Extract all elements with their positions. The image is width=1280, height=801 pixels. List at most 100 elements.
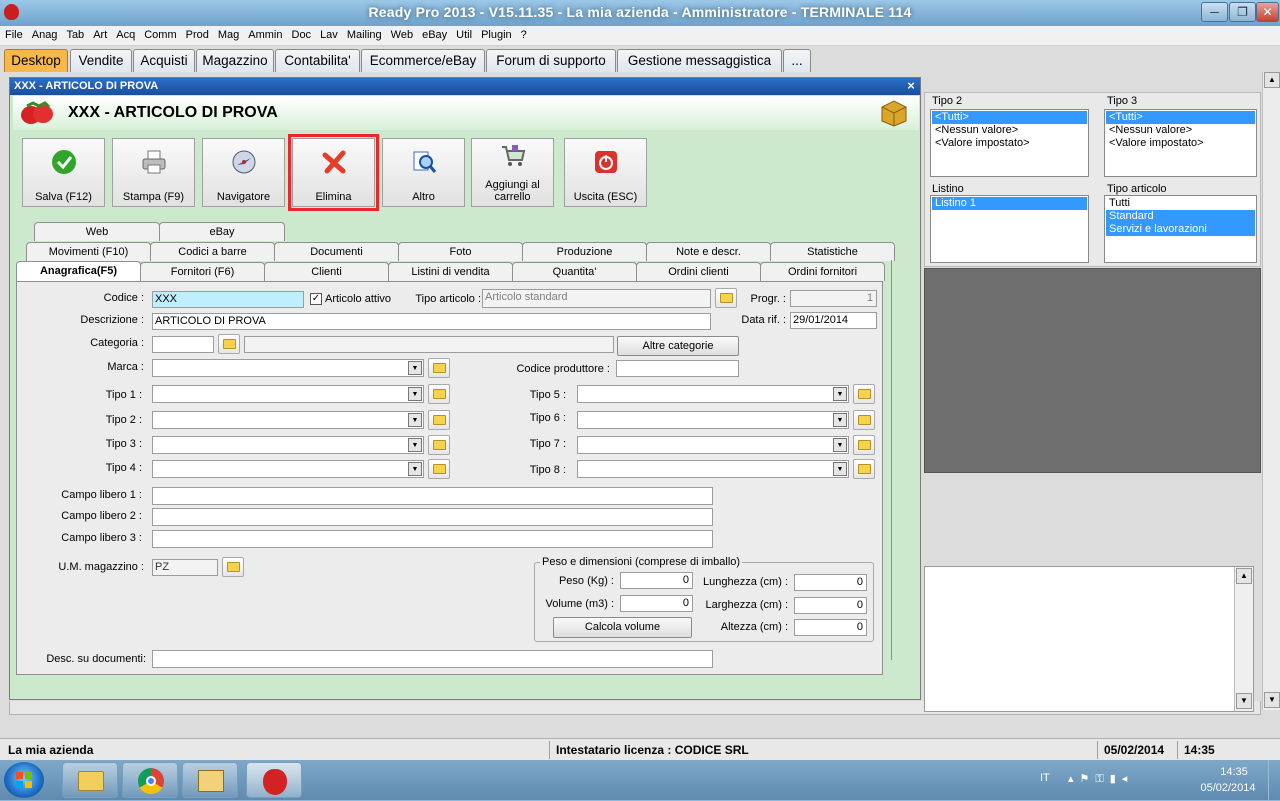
list-item[interactable]: <Nessun valore>	[932, 124, 1087, 137]
menu-anag[interactable]: Anag	[27, 26, 62, 41]
save-button[interactable]: Salva (F12)	[22, 138, 105, 207]
language-indicator[interactable]: IT	[1040, 772, 1050, 784]
tipo4-dropdown[interactable]: ▼	[152, 460, 424, 478]
taskbar-chrome[interactable]	[122, 762, 178, 798]
clock-time[interactable]: 14:35	[1204, 766, 1264, 778]
tab-magazzino[interactable]: Magazzino	[196, 49, 274, 72]
tipo-articolo-folder-button[interactable]	[715, 288, 737, 308]
chevron-down-icon[interactable]: ▼	[408, 413, 422, 427]
menu-web[interactable]: Web	[386, 26, 417, 41]
listino-listbox[interactable]: Listino 1	[930, 195, 1089, 263]
list-item[interactable]: Servizi e lavorazioni	[1106, 223, 1255, 236]
tab-movimenti[interactable]: Movimenti (F10)	[26, 242, 151, 261]
campo-libero-2-input[interactable]	[152, 508, 713, 526]
scroll-up-icon[interactable]: ▲	[1264, 72, 1280, 88]
restore-button[interactable]: ❐	[1229, 2, 1256, 22]
chevron-down-icon[interactable]: ▼	[833, 438, 847, 452]
menu-art[interactable]: Art	[88, 26, 111, 41]
tipo1-folder-button[interactable]	[428, 384, 450, 404]
menu-ebay[interactable]: eBay	[417, 26, 451, 41]
tab-desktop[interactable]: Desktop	[4, 49, 68, 72]
altre-categorie-button[interactable]: Altre categorie	[617, 336, 739, 356]
altezza-input[interactable]: 0	[794, 619, 867, 636]
larghezza-input[interactable]: 0	[794, 597, 867, 614]
taskbar-explorer[interactable]	[62, 762, 118, 798]
menu-plugin[interactable]: Plugin	[476, 26, 516, 41]
chevron-down-icon[interactable]: ▼	[408, 462, 422, 476]
tab-contabilita[interactable]: Contabilita'	[275, 49, 360, 72]
tab-messaggistica[interactable]: Gestione messaggistica	[617, 49, 782, 72]
list-item[interactable]: <Tutti>	[932, 111, 1087, 124]
marca-folder-button[interactable]	[428, 358, 450, 378]
menu-util[interactable]: Util	[451, 26, 476, 41]
tab-foto[interactable]: Foto	[398, 242, 523, 261]
tipo7-folder-button[interactable]	[853, 435, 875, 455]
tipo2-folder-button[interactable]	[428, 410, 450, 430]
add-to-cart-button[interactable]: Aggiungi al carrello	[471, 138, 554, 207]
tipo5-folder-button[interactable]	[853, 384, 875, 404]
list-item[interactable]: Tutti	[1106, 197, 1255, 210]
tab-statistiche[interactable]: Statistiche	[770, 242, 895, 261]
tab-fornitori[interactable]: Fornitori (F6)	[140, 262, 265, 281]
attivo-checkbox[interactable]: ✓	[310, 293, 322, 305]
tab-quantita[interactable]: Quantita'	[512, 262, 637, 281]
tab-clienti[interactable]: Clienti	[264, 262, 389, 281]
results-grid[interactable]	[924, 268, 1261, 473]
chevron-down-icon[interactable]: ▼	[408, 387, 422, 401]
tab-vendite[interactable]: Vendite	[70, 49, 132, 72]
tab-forum[interactable]: Forum di supporto	[486, 49, 616, 72]
exit-button[interactable]: Uscita (ESC)	[564, 138, 647, 207]
minimize-button[interactable]: ─	[1201, 2, 1228, 22]
tipo8-folder-button[interactable]	[853, 459, 875, 479]
tipo-articolo-listbox[interactable]: Tutti Standard Servizi e lavorazioni	[1104, 195, 1257, 263]
tab-documenti[interactable]: Documenti	[274, 242, 399, 261]
dialog-close-button[interactable]: ×	[903, 78, 919, 95]
campo-libero-1-input[interactable]	[152, 487, 713, 505]
menu-acq[interactable]: Acq	[111, 26, 139, 41]
tab-ordini-fornitori[interactable]: Ordini fornitori	[760, 262, 885, 281]
menu-ammin[interactable]: Ammin	[243, 26, 286, 41]
um-folder-button[interactable]	[222, 557, 244, 577]
taskbar-readypro[interactable]	[246, 762, 302, 798]
peso-input[interactable]: 0	[620, 572, 693, 589]
campo-libero-3-input[interactable]	[152, 530, 713, 548]
tray-icons[interactable]: ▴⚑⚿▮◂	[1068, 772, 1178, 788]
tipo3-dropdown[interactable]: ▼	[152, 436, 424, 454]
print-button[interactable]: Stampa (F9)	[112, 138, 195, 207]
tipo6-dropdown[interactable]: ▼	[577, 411, 849, 429]
tipo4-folder-button[interactable]	[428, 459, 450, 479]
chevron-down-icon[interactable]: ▼	[833, 387, 847, 401]
list-item[interactable]: Listino 1	[932, 197, 1087, 210]
tipo-articolo-input[interactable]: Articolo standard	[482, 289, 711, 308]
categoria-code-input[interactable]	[152, 336, 214, 353]
list-item[interactable]: <Valore impostato>	[932, 137, 1087, 150]
chevron-down-icon[interactable]: ▼	[833, 413, 847, 427]
lunghezza-input[interactable]: 0	[794, 574, 867, 591]
menu-comm[interactable]: Comm	[139, 26, 180, 41]
progr-input[interactable]: 1	[790, 290, 877, 307]
tab-acquisti[interactable]: Acquisti	[133, 49, 195, 72]
menu-file[interactable]: File	[0, 26, 27, 41]
other-button[interactable]: Altro	[382, 138, 465, 207]
marca-dropdown[interactable]: ▼	[152, 359, 424, 377]
chevron-down-icon[interactable]: ▼	[408, 361, 422, 375]
desc-documenti-input[interactable]	[152, 650, 713, 668]
um-magazzino-input[interactable]: PZ	[152, 559, 218, 576]
scroll-down-icon[interactable]: ▼	[1264, 692, 1280, 708]
scroll-up-icon[interactable]: ▲	[1236, 568, 1252, 584]
menu-tab[interactable]: Tab	[61, 26, 88, 41]
taskbar-outlook[interactable]	[182, 762, 238, 798]
tipo3-folder-button[interactable]	[428, 435, 450, 455]
tab-ordini-clienti[interactable]: Ordini clienti	[636, 262, 761, 281]
menu-mailing[interactable]: Mailing	[342, 26, 386, 41]
chevron-down-icon[interactable]: ▼	[833, 462, 847, 476]
menu-lav[interactable]: Lav	[315, 26, 342, 41]
calcola-volume-button[interactable]: Calcola volume	[553, 617, 692, 638]
tab-produzione[interactable]: Produzione	[522, 242, 647, 261]
tipo2-dropdown[interactable]: ▼	[152, 411, 424, 429]
codice-input[interactable]: XXX	[152, 291, 304, 308]
tipo5-dropdown[interactable]: ▼	[577, 385, 849, 403]
chevron-down-icon[interactable]: ▼	[408, 438, 422, 452]
tab-codici-barre[interactable]: Codici a barre	[150, 242, 275, 261]
categoria-desc-input[interactable]	[244, 336, 614, 353]
